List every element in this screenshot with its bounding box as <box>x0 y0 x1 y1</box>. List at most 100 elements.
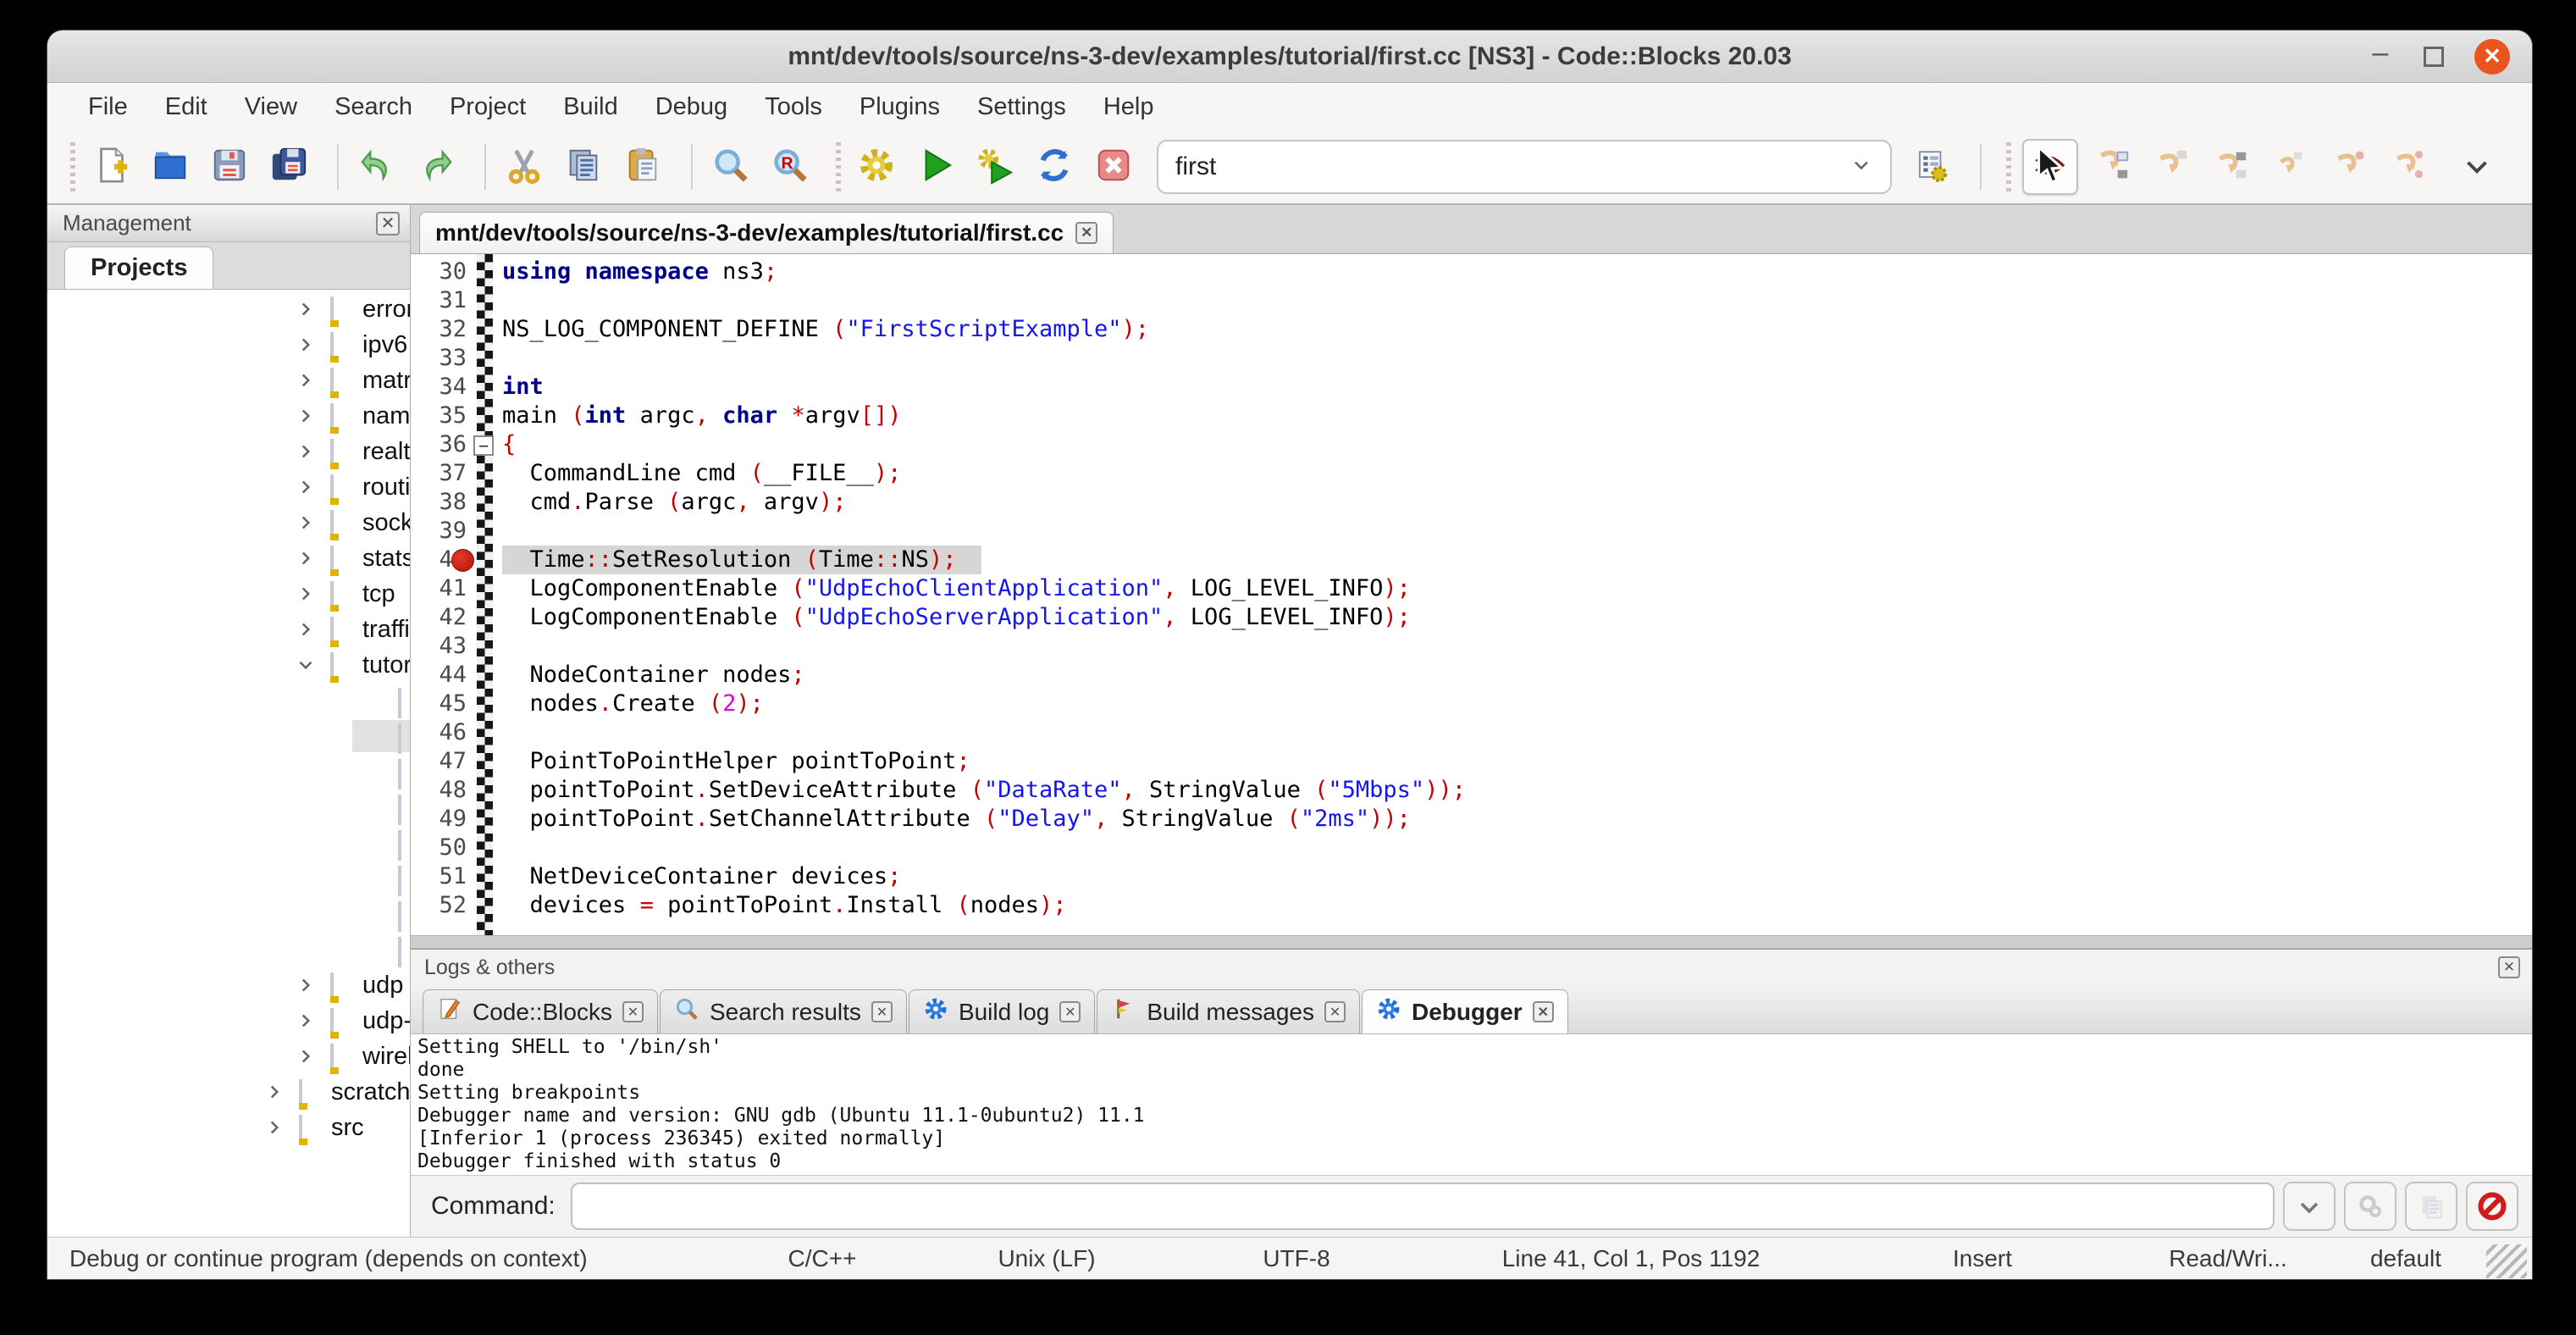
command-input[interactable] <box>571 1183 2275 1230</box>
sidebar-item-ipv6[interactable]: ipv6 <box>47 327 410 363</box>
redo-button[interactable] <box>412 141 461 192</box>
menu-edit[interactable]: Edit <box>146 88 226 126</box>
code-line-39[interactable]: 39 <box>411 517 2532 546</box>
code-line-49[interactable]: 49 pointToPoint.SetChannelAttribute ("De… <box>411 805 2532 834</box>
code-line-52[interactable]: 52 devices = pointToPoint.Install (nodes… <box>411 891 2532 920</box>
command-dropdown-button[interactable] <box>2283 1182 2336 1231</box>
code-line-45[interactable]: 45 nodes.Create (2); <box>411 690 2532 718</box>
sidebar-item-matrix[interactable]: matrix <box>47 363 410 398</box>
log-tab-build-log[interactable]: Build log✕ <box>909 989 1095 1033</box>
log-tab-search-results[interactable]: Search results✕ <box>660 989 907 1033</box>
debug-tools-button[interactable] <box>2344 1182 2396 1231</box>
toolbar-grip[interactable] <box>2004 142 2014 191</box>
sidebar-item-tcp[interactable]: tcp <box>47 576 410 612</box>
log-tab-close-icon[interactable]: ✕ <box>622 1001 644 1022</box>
sidebar-item-hello[interactable]: hello <box>47 789 410 825</box>
search-input[interactable] <box>1175 152 1849 181</box>
menu-search[interactable]: Search <box>316 88 431 126</box>
paste-button[interactable] <box>618 141 667 192</box>
sidebar-item-src[interactable]: src <box>47 1110 410 1145</box>
log-tab-code-blocks[interactable]: Code::Blocks✕ <box>423 989 658 1033</box>
sidebar-item-first[interactable]: first <box>47 718 410 754</box>
step-out-button[interactable] <box>2325 141 2374 192</box>
run-to-cursor-button[interactable] <box>2088 141 2137 192</box>
run-button[interactable] <box>911 141 960 192</box>
close-button[interactable]: ✕ <box>2474 39 2510 75</box>
incremental-search-combo[interactable] <box>1157 140 1892 194</box>
sidebar-item-udp-[interactable]: udp- <box>47 1003 410 1039</box>
menu-build[interactable]: Build <box>544 88 637 126</box>
sidebar-item-traffic[interactable]: traffic <box>47 612 410 647</box>
sidebar-item-seventh[interactable]: seventh <box>47 861 410 896</box>
code-line-33[interactable]: 33 <box>411 344 2532 373</box>
chevron-right-icon[interactable] <box>295 1010 317 1032</box>
menu-file[interactable]: File <box>69 88 146 126</box>
code-line-30[interactable]: 30using namespace ns3; <box>411 258 2532 286</box>
code-line-48[interactable]: 48 pointToPoint.SetDeviceAttribute ("Dat… <box>411 776 2532 805</box>
log-tab-build-messages[interactable]: Build messages✕ <box>1097 989 1360 1033</box>
sidebar-item-tutorial[interactable]: tutorial <box>47 647 410 683</box>
code-line-42[interactable]: 42 LogComponentEnable ("UdpEchoServerApp… <box>411 603 2532 632</box>
menu-project[interactable]: Project <box>431 88 544 126</box>
maximize-button[interactable] <box>2424 47 2444 67</box>
code-line-40[interactable]: 40 Time::SetResolution (Time::NS); <box>411 546 2532 574</box>
logs-close-icon[interactable]: ✕ <box>2498 956 2520 978</box>
sidebar-item-sixth[interactable]: sixth <box>47 896 410 932</box>
sidebar-item-fifth[interactable]: fifth <box>47 683 410 718</box>
code-line-35[interactable]: 35main (int argc, char *argv[]) <box>411 402 2532 430</box>
menu-help[interactable]: Help <box>1085 88 1173 126</box>
stop-debugger-button[interactable] <box>2466 1182 2518 1231</box>
chevron-down-icon[interactable] <box>295 654 317 676</box>
debugger-log[interactable]: Setting SHELL to '/bin/sh'doneSetting br… <box>411 1034 2532 1176</box>
code-editor[interactable]: 30using namespace ns3;3132NS_LOG_COMPONE… <box>411 254 2532 935</box>
minimize-button[interactable]: – <box>2368 44 2393 69</box>
sidebar-item-third[interactable]: third <box>47 932 410 967</box>
sidebar-item-routing[interactable]: routing <box>47 469 410 505</box>
copy-log-button[interactable] <box>2405 1182 2457 1231</box>
undo-button[interactable] <box>352 141 401 192</box>
chevron-right-icon[interactable] <box>295 618 317 640</box>
chevron-right-icon[interactable] <box>263 1116 285 1138</box>
code-line-50[interactable]: 50 <box>411 834 2532 862</box>
chevron-right-icon[interactable] <box>295 512 317 534</box>
toolbar-grip[interactable] <box>68 142 78 191</box>
build-and-run-button[interactable] <box>970 141 1020 192</box>
save-all-button[interactable] <box>264 141 313 192</box>
sidebar-item-udp[interactable]: udp <box>47 967 410 1003</box>
chevron-right-icon[interactable] <box>295 369 317 391</box>
search-options-button[interactable] <box>1907 141 1956 192</box>
fold-collapse-icon[interactable]: − <box>473 435 494 456</box>
code-line-36[interactable]: 36−{ <box>411 430 2532 459</box>
sidebar-item-realtime[interactable]: realtime <box>47 434 410 469</box>
rebuild-button[interactable] <box>1030 141 1079 192</box>
code-line-32[interactable]: 32NS_LOG_COMPONENT_DEFINE ("FirstScriptE… <box>411 315 2532 344</box>
step-into-button[interactable] <box>2207 141 2256 192</box>
abort-build-button[interactable] <box>1089 141 1138 192</box>
resize-grip[interactable] <box>2486 1244 2527 1278</box>
log-tab-close-icon[interactable]: ✕ <box>1533 1001 1554 1022</box>
log-tab-close-icon[interactable]: ✕ <box>1324 1001 1346 1022</box>
find-button[interactable] <box>706 141 755 192</box>
menu-settings[interactable]: Settings <box>959 88 1085 126</box>
chevron-right-icon[interactable] <box>295 440 317 463</box>
chevron-right-icon[interactable] <box>295 547 317 569</box>
sidebar-item-scratch[interactable]: scratch <box>47 1074 410 1110</box>
toolbar-grip[interactable] <box>833 142 843 191</box>
menu-plugins[interactable]: Plugins <box>841 88 959 126</box>
log-tab-close-icon[interactable]: ✕ <box>1059 1001 1081 1022</box>
code-line-51[interactable]: 51 NetDeviceContainer devices; <box>411 862 2532 891</box>
code-line-38[interactable]: 38 cmd.Parse (argc, argv); <box>411 488 2532 517</box>
new-file-button[interactable] <box>86 141 135 192</box>
cut-button[interactable] <box>500 141 549 192</box>
sidebar-item-fourth[interactable]: fourth <box>47 754 410 789</box>
menu-view[interactable]: View <box>226 88 316 126</box>
log-tab-debugger[interactable]: Debugger✕ <box>1362 989 1568 1033</box>
save-button[interactable] <box>205 141 254 192</box>
sidebar-item-socket[interactable]: socket <box>47 505 410 540</box>
next-instruction-button[interactable] <box>2266 141 2315 192</box>
build-button[interactable] <box>852 141 901 192</box>
chevron-right-icon[interactable] <box>295 1045 317 1067</box>
code-line-46[interactable]: 46 <box>411 718 2532 747</box>
sidebar-item-naming[interactable]: naming <box>47 398 410 434</box>
sidebar-item-second[interactable]: second <box>47 825 410 861</box>
